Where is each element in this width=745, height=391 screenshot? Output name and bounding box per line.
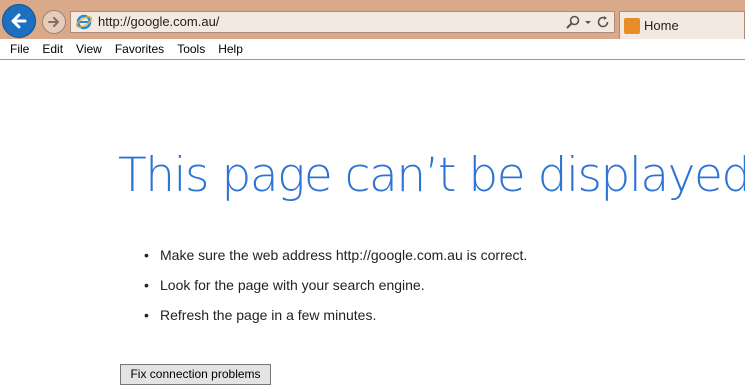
back-button[interactable] [2, 4, 36, 38]
menu-bar: File Edit View Favorites Tools Help [0, 39, 745, 60]
refresh-icon[interactable] [596, 15, 610, 29]
tips-list: • Make sure the web address http://google… [144, 240, 527, 330]
browser-tab-home[interactable]: Home [619, 11, 745, 39]
bullet: • [144, 307, 149, 323]
menu-edit[interactable]: Edit [32, 42, 63, 56]
bullet: • [144, 277, 149, 293]
menu-view[interactable]: View [66, 42, 102, 56]
tip-item: • Look for the page with your search engi… [144, 270, 527, 300]
bullet: • [144, 247, 149, 263]
menu-help[interactable]: Help [208, 42, 243, 56]
back-arrow-icon [11, 13, 27, 29]
search-icon[interactable] [566, 15, 580, 29]
tab-label: Home [644, 18, 679, 33]
error-title: This page can’t be displayed [118, 148, 745, 203]
tip-item: • Refresh the page in a few minutes. [144, 300, 527, 330]
tip-text: Make sure the web address http://google.… [160, 247, 528, 263]
address-bar[interactable]: http://google.com.au/ [70, 11, 615, 33]
menu-tools[interactable]: Tools [167, 42, 205, 56]
menu-file[interactable]: File [0, 42, 29, 56]
forward-button[interactable] [42, 10, 66, 34]
browser-chrome: http://google.com.au/ Home [0, 0, 745, 39]
fix-connection-button[interactable]: Fix connection problems [120, 364, 271, 385]
dropdown-icon[interactable] [584, 15, 592, 29]
address-controls [566, 13, 610, 31]
tip-text: Refresh the page in a few minutes. [160, 307, 377, 323]
ie-logo-icon [75, 14, 93, 30]
menu-favorites[interactable]: Favorites [105, 42, 164, 56]
address-url[interactable]: http://google.com.au/ [98, 14, 219, 30]
tip-text: Look for the page with your search engin… [160, 277, 425, 293]
tab-favicon-icon [624, 18, 640, 34]
tip-item: • Make sure the web address http://google… [144, 240, 527, 270]
forward-arrow-icon [48, 17, 59, 27]
